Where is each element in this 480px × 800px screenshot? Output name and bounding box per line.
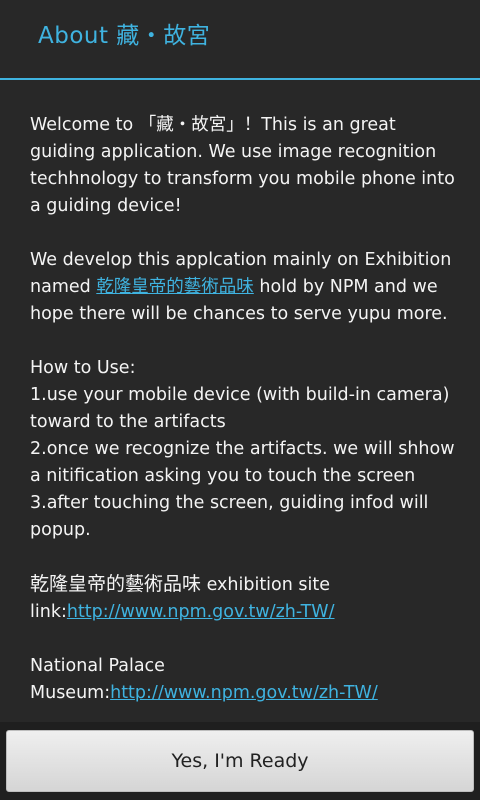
ready-button[interactable]: Yes, I'm Ready [6,730,474,792]
howto-title: How to Use: [30,358,136,378]
exhibition-site-link[interactable]: http://www.npm.gov.tw/zh-TW/ [67,602,335,622]
title-divider [0,78,480,80]
howto-section: How to Use: 1.use your mobile device (wit… [30,355,455,544]
step-3: 3.after touching the screen, guiding inf… [30,493,429,540]
exhibition-site-paragraph: 乾隆皇帝的藝術品味 exhibition site link:http://ww… [30,571,455,626]
museum-link[interactable]: http://www.npm.gov.tw/zh-TW/ [110,683,378,703]
step-2: 2.once we recognize the artifacts. we wi… [30,439,455,486]
exhibition-link[interactable]: 乾隆皇帝的藝術品味 [96,277,254,297]
title-bar: About 藏・故宮 [0,0,480,80]
exhibition-site-title: 乾隆皇帝的藝術品味 [30,573,202,595]
about-content[interactable]: Welcome to 「藏・故宮」！This is an great guidi… [30,112,455,722]
develop-paragraph: We develop this applcation mainly on Exh… [30,247,455,328]
museum-paragraph: National Palace Museum:http://www.npm.go… [30,653,455,707]
page-title: About 藏・故宮 [38,23,211,49]
intro-paragraph: Welcome to 「藏・故宮」！This is an great guidi… [30,115,455,216]
step-1: 1.use your mobile device (with build-in … [30,385,450,432]
